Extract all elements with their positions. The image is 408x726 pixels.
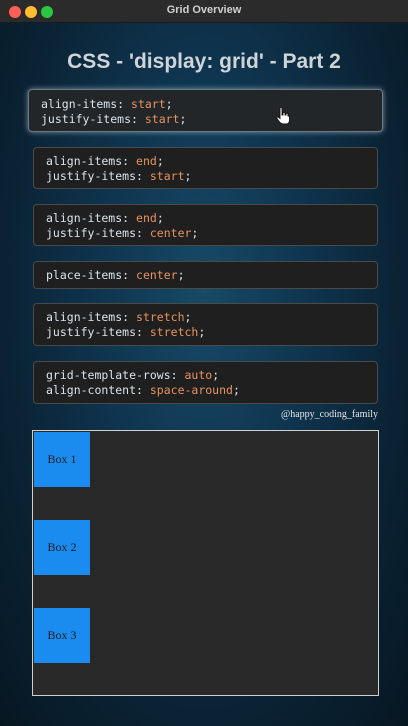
code-line: justify-items: start; [41,112,187,126]
code-line: align-items: start; [41,97,173,111]
code-option-align-end-justify-center[interactable]: align-items: end; justify-items: center; [33,204,378,246]
title-bar: Grid Overview [0,0,408,23]
code-line: justify-items: stretch; [46,325,206,339]
hand-pointer-icon [276,107,290,125]
code-option-rows-auto-space-around[interactable]: grid-template-rows: auto; align-content:… [33,361,378,404]
grid-box-3: Box 3 [34,608,90,663]
code-line: align-items: end; [46,154,164,168]
code-line: grid-template-rows: auto; [46,368,220,382]
code-option-align-start-justify-start[interactable]: align-items: start; justify-items: start… [28,89,383,132]
code-line: align-content: space-around; [46,383,240,397]
author-credit: @happy_coding_family [281,409,378,420]
window-title: Grid Overview [166,4,242,16]
code-line: align-items: end; [46,211,164,225]
app-window: Grid Overview CSS - 'display: grid' - Pa… [0,0,408,726]
code-line: justify-items: start; [46,169,192,183]
code-option-align-end-justify-start[interactable]: align-items: end; justify-items: start; [33,147,378,189]
grid-preview: Box 1 Box 2 Box 3 [32,430,379,696]
grid-box-2: Box 2 [34,520,90,575]
code-line: place-items: center; [46,268,185,282]
page-title: CSS - 'display: grid' - Part 2 [67,50,341,73]
code-line: justify-items: center; [46,226,199,240]
grid-box-1: Box 1 [34,432,90,487]
code-option-place-center[interactable]: place-items: center; [33,261,378,289]
code-line: align-items: stretch; [46,310,192,324]
code-option-align-stretch-justify-stretch[interactable]: align-items: stretch; justify-items: str… [33,303,378,346]
